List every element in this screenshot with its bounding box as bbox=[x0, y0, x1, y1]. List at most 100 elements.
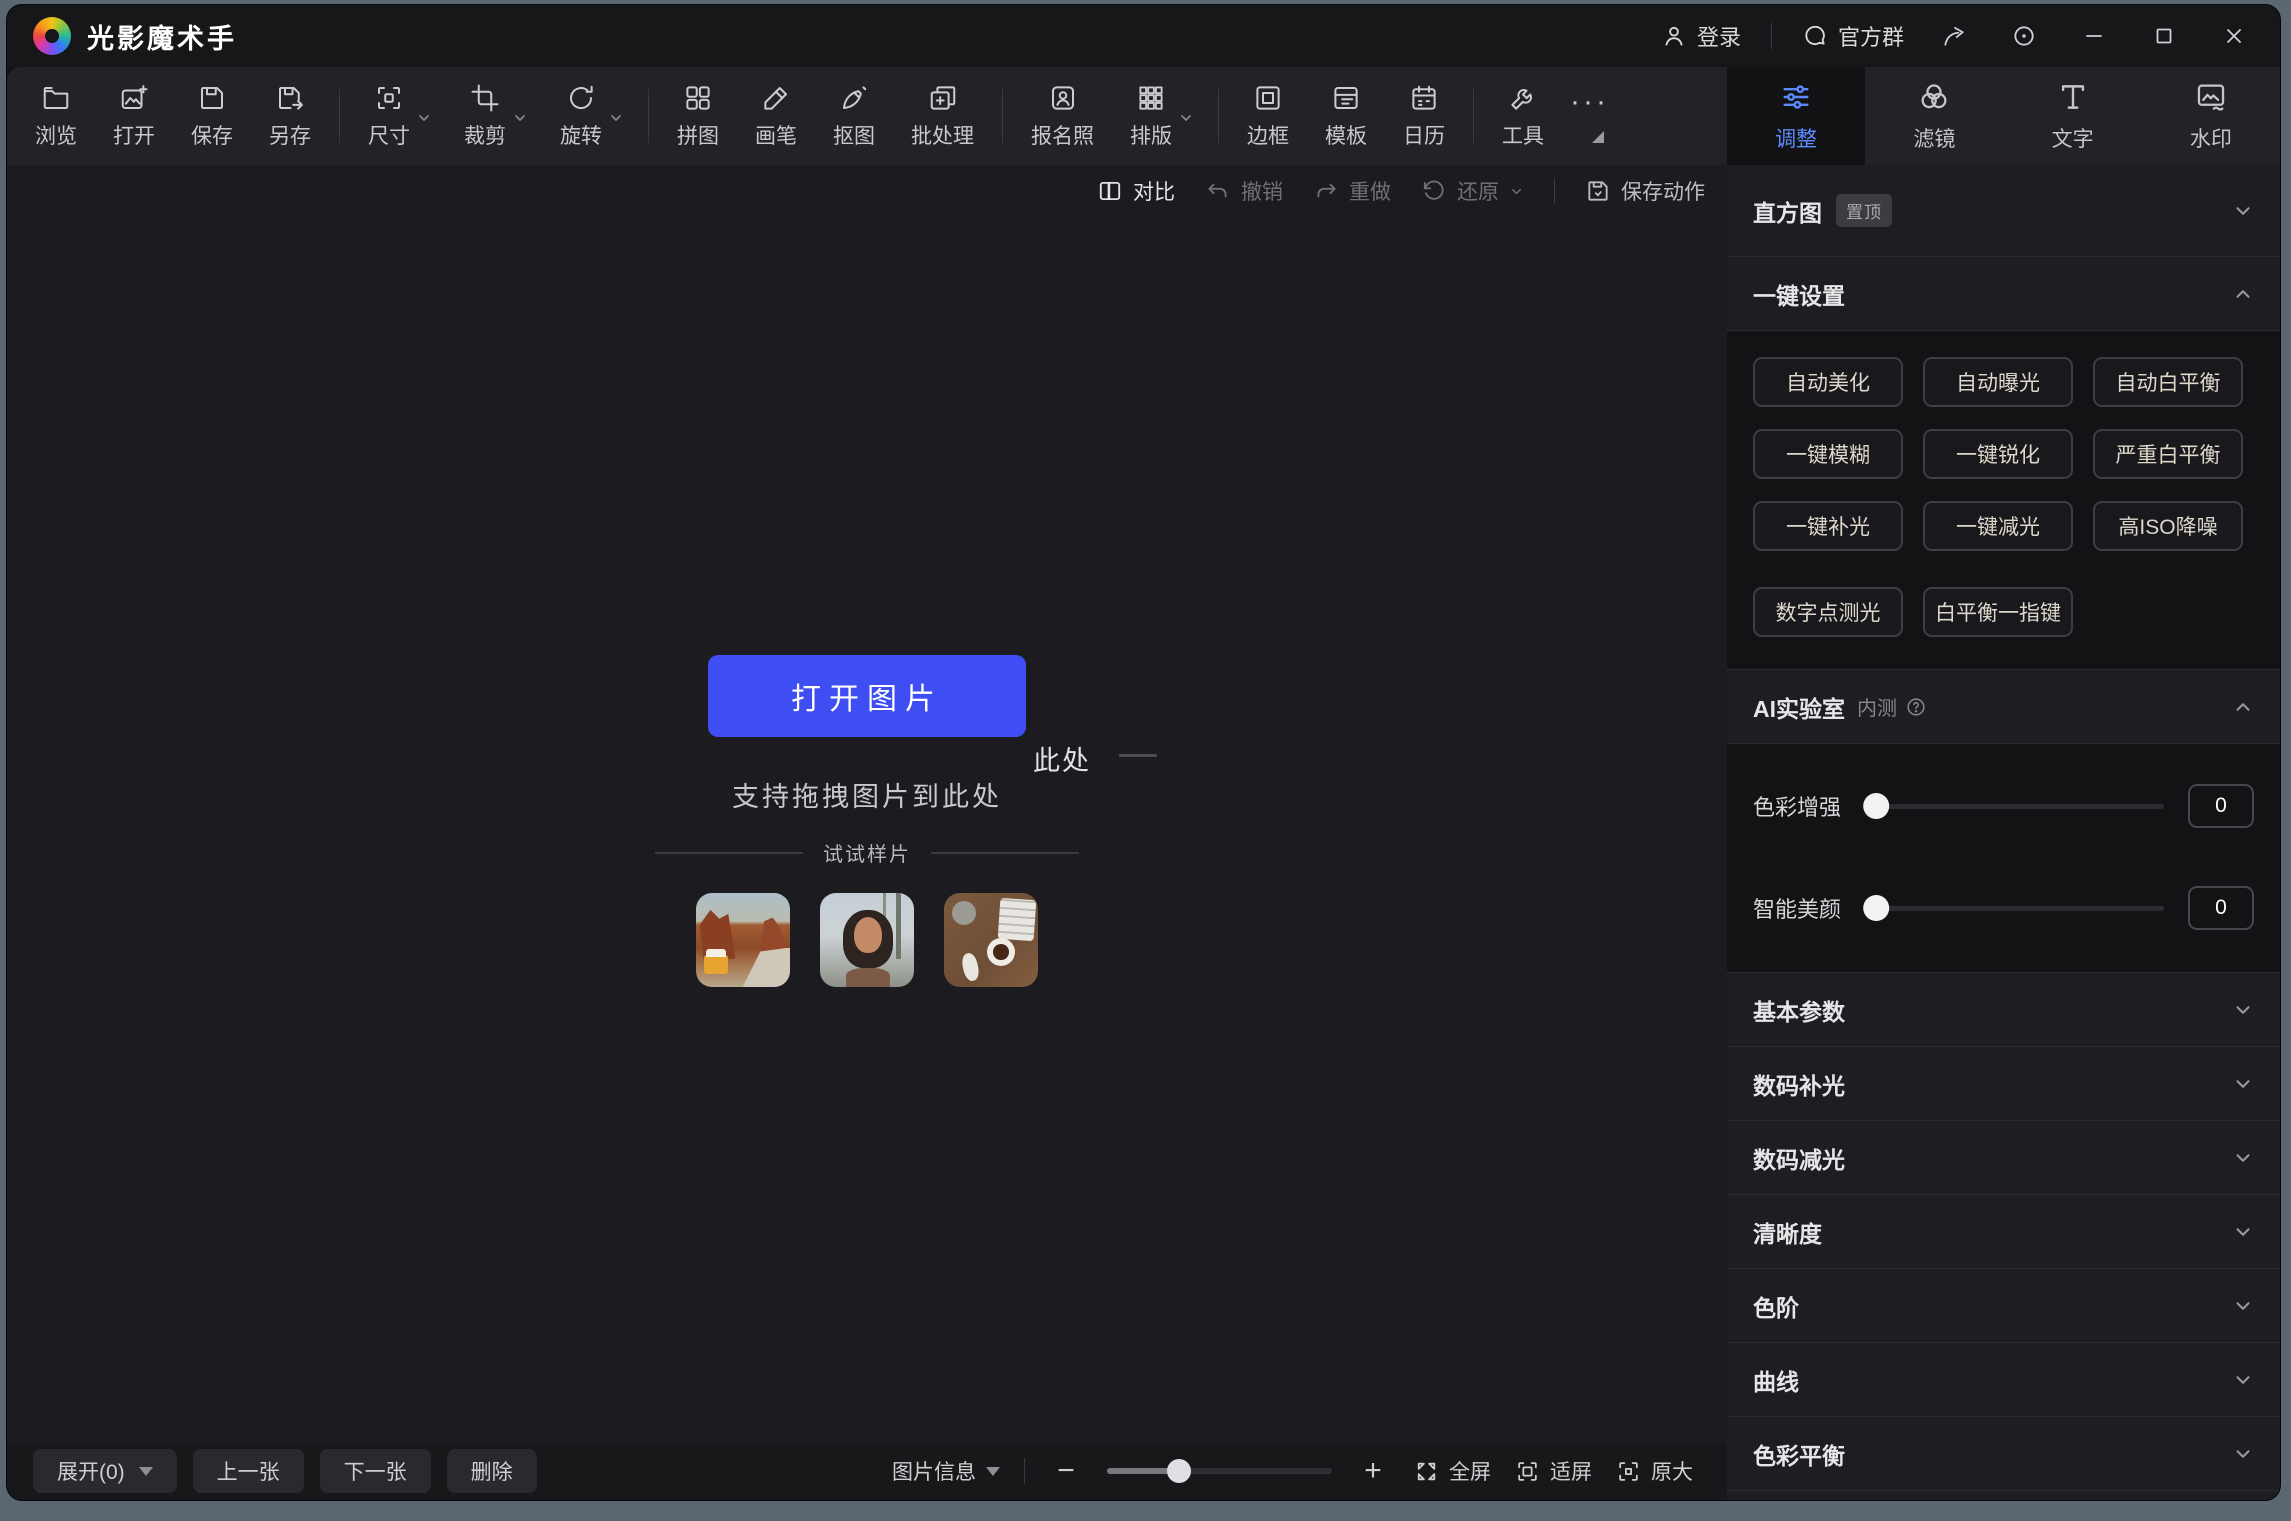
toolbar-rotate[interactable]: 旋转 bbox=[560, 83, 602, 150]
section-one-click[interactable]: 一键设置 bbox=[1727, 257, 2280, 331]
toolbar-template[interactable]: 模板 bbox=[1325, 83, 1367, 150]
toolbar-border[interactable]: 边框 bbox=[1247, 83, 1289, 150]
delete-button[interactable]: 删除 bbox=[447, 1449, 537, 1493]
color-enhance-value[interactable]: 0 bbox=[2188, 784, 2254, 828]
next-button[interactable]: 下一张 bbox=[320, 1449, 431, 1493]
one-click-dim-light-button[interactable]: 一键减光 bbox=[1923, 501, 2073, 551]
thumb-art bbox=[997, 897, 1036, 941]
chevron-down-icon[interactable] bbox=[512, 110, 528, 126]
chevron-down-icon[interactable] bbox=[1178, 110, 1194, 126]
tab-filters[interactable]: 滤镜 bbox=[1865, 67, 2003, 165]
previous-button[interactable]: 上一张 bbox=[193, 1449, 304, 1493]
thumb-art bbox=[704, 955, 728, 974]
id-photo-icon bbox=[1048, 83, 1078, 113]
image-info-dropdown[interactable]: 图片信息 bbox=[892, 1456, 1000, 1486]
toolbar-tools[interactable]: 工具 bbox=[1502, 83, 1544, 150]
toolbar-more-button[interactable]: ··· bbox=[1570, 89, 1609, 143]
smart-beauty-value[interactable]: 0 bbox=[2188, 886, 2254, 930]
image-canvas: 打开图片 此处 支持拖拽图片到此处 试试样片 bbox=[7, 217, 1727, 1442]
section-curves[interactable]: 曲线 bbox=[1727, 1343, 2280, 1417]
sample-thumbnails bbox=[696, 893, 1038, 987]
one-click-sharpen-button[interactable]: 一键锐化 bbox=[1923, 429, 2073, 479]
sample-photo-desert[interactable] bbox=[696, 893, 790, 987]
toolbar-batch[interactable]: 批处理 bbox=[911, 83, 974, 150]
digital-spot-metering-button[interactable]: 数字点测光 bbox=[1753, 587, 1903, 637]
zoom-slider-handle[interactable] bbox=[1167, 1459, 1191, 1483]
toolbar-cutout[interactable]: 抠图 bbox=[833, 83, 875, 150]
app-logo-icon bbox=[33, 17, 71, 55]
toolbar-divider bbox=[1218, 89, 1219, 143]
sample-photo-desk[interactable] bbox=[944, 893, 1038, 987]
section-histogram[interactable]: 直方图 置顶 bbox=[1727, 165, 2280, 257]
white-balance-one-key-button[interactable]: 白平衡一指键 bbox=[1923, 587, 2073, 637]
toolbar-divider bbox=[648, 89, 649, 143]
section-ai-lab[interactable]: AI实验室 内测 bbox=[1727, 670, 2280, 744]
save-action-button[interactable]: 保存动作 bbox=[1585, 176, 1705, 206]
one-click-blur-button[interactable]: 一键模糊 bbox=[1753, 429, 1903, 479]
open-image-button[interactable]: 打开图片 bbox=[708, 655, 1026, 737]
expand-button[interactable]: 展开(0) bbox=[33, 1449, 177, 1493]
high-iso-denoise-button[interactable]: 高ISO降噪 bbox=[2093, 501, 2243, 551]
section-digital-fill-light[interactable]: 数码补光 bbox=[1727, 1047, 2280, 1121]
tab-text[interactable]: 文字 bbox=[2004, 67, 2142, 165]
restore-button[interactable]: 还原 bbox=[1421, 176, 1524, 206]
section-clarity[interactable]: 清晰度 bbox=[1727, 1195, 2280, 1269]
smart-beauty-slider[interactable] bbox=[1871, 906, 2164, 911]
toolbar-save-as[interactable]: 另存 bbox=[269, 83, 311, 150]
share-button[interactable] bbox=[1934, 16, 1974, 56]
maximize-button[interactable] bbox=[2144, 16, 2184, 56]
toolbar-browse[interactable]: 浏览 bbox=[35, 83, 77, 150]
official-group-button[interactable]: 官方群 bbox=[1802, 20, 1904, 52]
auto-beautify-button[interactable]: 自动美化 bbox=[1753, 357, 1903, 407]
toolbar-open[interactable]: 打开 bbox=[113, 83, 155, 150]
one-click-fill-light-button[interactable]: 一键补光 bbox=[1753, 501, 1903, 551]
action-bar: 对比 撤销 重做 还原 bbox=[7, 165, 1727, 217]
fit-screen-button[interactable]: 适屏 bbox=[1515, 1456, 1592, 1486]
ai-lab-body: 色彩增强 0 智能美颜 0 bbox=[1727, 744, 2280, 973]
zoom-slider[interactable] bbox=[1107, 1468, 1332, 1474]
auto-white-balance-button[interactable]: 自动白平衡 bbox=[2093, 357, 2243, 407]
toolbar-brush[interactable]: 画笔 bbox=[755, 83, 797, 150]
slider-handle[interactable] bbox=[1863, 793, 1889, 819]
auto-exposure-button[interactable]: 自动曝光 bbox=[1923, 357, 2073, 407]
sample-photo-portrait[interactable] bbox=[820, 893, 914, 987]
help-circle-icon[interactable] bbox=[1905, 696, 1927, 718]
section-digital-dim-light[interactable]: 数码减光 bbox=[1727, 1121, 2280, 1195]
toolbar-collage[interactable]: 拼图 bbox=[677, 83, 719, 150]
samples-label: 试试样片 bbox=[823, 838, 911, 867]
zoom-out-button[interactable]: − bbox=[1049, 1454, 1083, 1488]
chevron-down-icon bbox=[2232, 1369, 2254, 1391]
undo-button[interactable]: 撤销 bbox=[1205, 176, 1283, 206]
tab-adjust[interactable]: 调整 bbox=[1727, 67, 1865, 165]
bottombar-divider bbox=[1024, 1458, 1025, 1484]
settings-button[interactable] bbox=[2004, 16, 2044, 56]
toolbar-resize[interactable]: 尺寸 bbox=[368, 83, 410, 150]
section-basic-params[interactable]: 基本参数 bbox=[1727, 973, 2280, 1047]
login-button[interactable]: 登录 bbox=[1661, 20, 1741, 52]
toolbar-calendar[interactable]: 日历 bbox=[1403, 83, 1445, 150]
section-rgb-tone[interactable]: RGB色调 bbox=[1727, 1491, 2280, 1500]
chevron-down-icon[interactable] bbox=[1509, 184, 1524, 199]
toolbar-layout[interactable]: 排版 bbox=[1130, 83, 1172, 150]
one-click-buttons: 自动美化 自动曝光 自动白平衡 一键模糊 一键锐化 严重白平衡 一键补光 一键减… bbox=[1727, 331, 2280, 670]
toolbar-id-photo[interactable]: 报名照 bbox=[1031, 83, 1094, 150]
zoom-in-button[interactable]: + bbox=[1356, 1454, 1390, 1488]
color-enhance-slider[interactable] bbox=[1871, 804, 2164, 809]
chevron-down-icon[interactable] bbox=[608, 110, 624, 126]
compare-button[interactable]: 对比 bbox=[1097, 176, 1175, 206]
original-size-button[interactable]: 原大 bbox=[1616, 1456, 1693, 1486]
tab-watermark[interactable]: 水印 bbox=[2142, 67, 2280, 165]
section-color-balance[interactable]: 色彩平衡 bbox=[1727, 1417, 2280, 1491]
login-label: 登录 bbox=[1697, 20, 1741, 52]
chevron-down-icon[interactable] bbox=[416, 110, 432, 126]
fullscreen-button[interactable]: 全屏 bbox=[1414, 1456, 1491, 1486]
toolbar-save[interactable]: 保存 bbox=[191, 83, 233, 150]
toolbar-crop[interactable]: 裁剪 bbox=[464, 83, 506, 150]
redo-button[interactable]: 重做 bbox=[1313, 176, 1391, 206]
section-levels[interactable]: 色阶 bbox=[1727, 1269, 2280, 1343]
minimize-button[interactable] bbox=[2074, 16, 2114, 56]
severe-white-balance-button[interactable]: 严重白平衡 bbox=[2093, 429, 2243, 479]
close-button[interactable] bbox=[2214, 16, 2254, 56]
slider-handle[interactable] bbox=[1863, 895, 1889, 921]
app-window: 光影魔术手 登录 官方群 bbox=[6, 4, 2281, 1501]
